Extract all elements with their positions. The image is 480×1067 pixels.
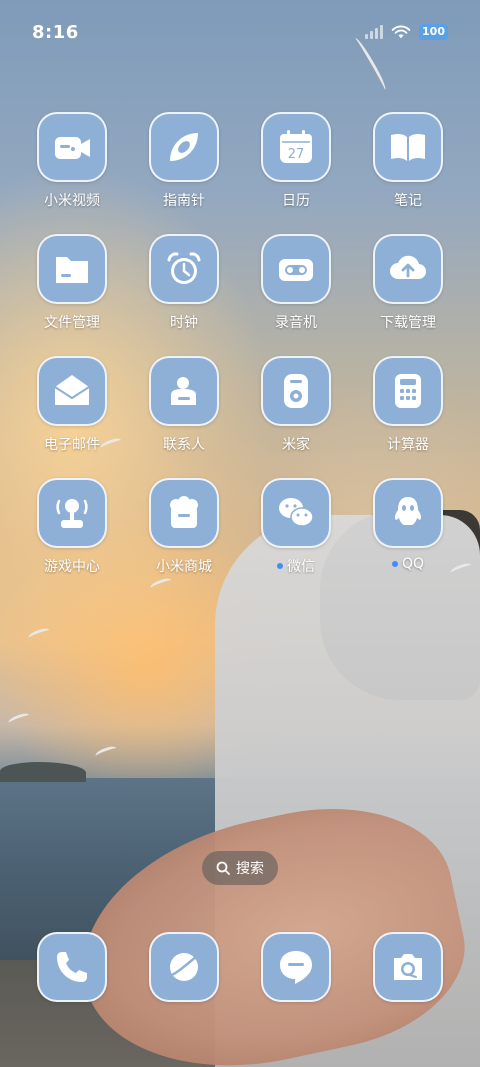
app-label: 日历 (282, 193, 310, 209)
qq-penguin-icon[interactable] (373, 478, 443, 548)
app-label: QQ (391, 556, 424, 572)
app-label: 时钟 (170, 315, 198, 331)
folder-icon[interactable] (37, 234, 107, 304)
app-downloads[interactable]: 下载管理 (352, 234, 464, 340)
app-label: 联系人 (163, 437, 205, 453)
app-compass[interactable]: 指南针 (128, 112, 240, 218)
dock-browser[interactable] (128, 932, 240, 1004)
app-label: 小米商城 (156, 559, 212, 575)
app-calendar[interactable]: 27 日历 (240, 112, 352, 218)
app-calculator[interactable]: 计算器 (352, 356, 464, 462)
dock-messages[interactable] (240, 932, 352, 1004)
envelope-icon[interactable] (37, 356, 107, 426)
wifi-icon (391, 25, 411, 39)
notification-dot (391, 561, 398, 567)
app-wechat[interactable]: 微信 (240, 478, 352, 584)
app-label: 计算器 (387, 437, 429, 453)
search-label: 搜索 (236, 861, 264, 877)
video-camera-icon[interactable] (37, 112, 107, 182)
joystick-icon[interactable] (37, 478, 107, 548)
shopping-bag-icon[interactable] (149, 478, 219, 548)
cassette-icon[interactable] (261, 234, 331, 304)
app-label: 微信 (277, 556, 315, 576)
app-clock[interactable]: 时钟 (128, 234, 240, 340)
app-email[interactable]: 电子邮件 (16, 356, 128, 462)
browser-planet-icon[interactable] (149, 932, 219, 1002)
camera-icon[interactable] (373, 932, 443, 1002)
dock-phone[interactable] (16, 932, 128, 1004)
app-label: 电子邮件 (44, 437, 100, 453)
dock (0, 932, 480, 1004)
app-file-manager[interactable]: 文件管理 (16, 234, 128, 340)
app-mi-store[interactable]: 小米商城 (128, 478, 240, 584)
search-button[interactable]: 搜索 (202, 851, 278, 885)
phone-icon[interactable] (37, 932, 107, 1002)
wechat-icon[interactable] (261, 478, 331, 548)
notification-dot (277, 563, 283, 569)
app-mi-video[interactable]: 小米视频 (16, 112, 128, 218)
dock-camera[interactable] (352, 932, 464, 1004)
app-label: 米家 (282, 437, 310, 453)
app-label: 文件管理 (44, 315, 100, 331)
app-grid: 小米视频 指南针 27 日历 笔记 文件管理 时钟 录音机 下载管理 电子邮件 … (0, 112, 480, 584)
app-game-center[interactable]: 游戏中心 (16, 478, 128, 584)
message-bubble-icon[interactable] (261, 932, 331, 1002)
alarm-clock-icon[interactable] (149, 234, 219, 304)
search-icon (216, 861, 230, 875)
app-label: 指南针 (163, 193, 205, 209)
app-recorder[interactable]: 录音机 (240, 234, 352, 340)
calendar-icon[interactable]: 27 (261, 112, 331, 182)
app-mijia[interactable]: 米家 (240, 356, 352, 462)
cloud-download-icon[interactable] (373, 234, 443, 304)
signal-icon (365, 25, 384, 39)
notes-book-icon[interactable] (373, 112, 443, 182)
app-notes[interactable]: 笔记 (352, 112, 464, 218)
app-label: 录音机 (275, 315, 317, 331)
wallpaper-island (0, 762, 86, 782)
app-qq[interactable]: QQ (352, 478, 464, 584)
svg-text:27: 27 (288, 147, 305, 162)
contact-card-icon[interactable] (149, 356, 219, 426)
app-label: 小米视频 (44, 193, 100, 209)
smart-device-icon[interactable] (261, 356, 331, 426)
status-icons: 100 (365, 24, 448, 40)
app-label: 下载管理 (380, 315, 436, 331)
compass-icon[interactable] (149, 112, 219, 182)
status-bar: 8:16 100 (0, 0, 480, 68)
calculator-icon[interactable] (373, 356, 443, 426)
app-contacts[interactable]: 联系人 (128, 356, 240, 462)
app-label: 游戏中心 (44, 559, 100, 575)
app-label: 笔记 (394, 193, 422, 209)
status-time: 8:16 (32, 22, 79, 43)
battery-icon: 100 (419, 24, 448, 40)
